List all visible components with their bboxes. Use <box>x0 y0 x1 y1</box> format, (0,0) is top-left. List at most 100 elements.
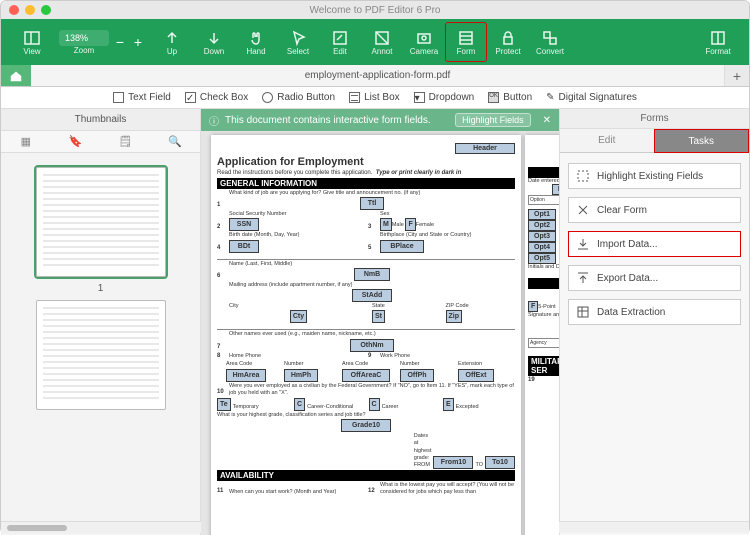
file-tab[interactable]: employment-application-form.pdf <box>31 65 725 86</box>
field-c2[interactable]: C <box>369 398 380 411</box>
view-button[interactable]: View <box>11 22 53 62</box>
field-f[interactable]: F <box>405 218 415 231</box>
form-icon <box>457 29 475 47</box>
doc-instr: Read the instructions before you complet… <box>217 170 372 176</box>
field-nmb[interactable]: NmB <box>354 268 390 281</box>
car-label: Career <box>382 404 441 411</box>
field-offph[interactable]: OffPh <box>400 369 434 382</box>
cursor-icon <box>289 29 307 47</box>
task-clear-form[interactable]: Clear Form <box>568 197 741 223</box>
thumb-bookmark-icon[interactable]: 🔖 <box>61 135 91 148</box>
field-ttl[interactable]: Ttl <box>360 197 384 210</box>
document-viewport[interactable]: ⓘ This document contains interactive for… <box>201 109 559 535</box>
annot-tool-button[interactable]: Annot <box>361 22 403 62</box>
select-tool-button[interactable]: Select <box>277 22 319 62</box>
tab-strip: employment-application-form.pdf + <box>1 65 749 87</box>
thumb-search-icon[interactable]: 🔍 <box>160 135 190 148</box>
q2-label: Social Security Number <box>229 211 364 218</box>
field-five[interactable]: F <box>528 301 538 312</box>
task-1-label: Clear Form <box>597 205 647 216</box>
task-data-extraction[interactable]: Data Extraction <box>568 299 741 325</box>
form-tool-button[interactable]: Form <box>445 22 487 62</box>
field-opt5[interactable]: Opt5 <box>528 253 556 264</box>
edit-tool-button[interactable]: Edit <box>319 22 361 62</box>
convert-tool-button[interactable]: Convert <box>529 22 571 62</box>
field-opt3[interactable]: Opt3 <box>528 231 556 242</box>
field-e[interactable]: E <box>443 398 454 411</box>
initials-label: Initials and Date <box>528 264 559 270</box>
field-to[interactable]: To10 <box>485 456 515 469</box>
interactive-fields-notice: ⓘ This document contains interactive for… <box>201 109 559 131</box>
male-label: Male <box>392 222 404 228</box>
page-up-button[interactable]: Up <box>151 22 193 62</box>
number-label: Number <box>284 361 341 368</box>
form-label: Form <box>457 47 476 56</box>
q12-label: What is the lowest pay you will accept? … <box>380 482 515 496</box>
field-regd[interactable]: RegD <box>552 184 559 195</box>
field-offext[interactable]: OffExt <box>458 369 494 382</box>
field-grade[interactable]: Grade10 <box>341 419 391 432</box>
protect-tool-button[interactable]: Protect <box>487 22 529 62</box>
highlight-fields-button[interactable]: Highlight Fields <box>455 113 531 127</box>
field-header[interactable]: Header <box>455 143 515 154</box>
home-tab[interactable] <box>1 65 31 86</box>
digital-sig-tool[interactable]: ✎Digital Signatures <box>546 92 637 103</box>
field-bplace[interactable]: BPlace <box>380 240 424 253</box>
check-box-tool[interactable]: ✓Check Box <box>185 92 248 103</box>
zoom-out-button[interactable]: − <box>113 34 127 50</box>
field-c[interactable]: C <box>294 398 305 411</box>
dropdown-tool[interactable]: ▾Dropdown <box>414 92 475 103</box>
field-othnm[interactable]: OthNm <box>350 339 394 352</box>
tab-edit[interactable]: Edit <box>560 129 654 153</box>
zoom-in-button[interactable]: + <box>131 34 145 50</box>
field-opt1[interactable]: Opt1 <box>528 209 556 220</box>
section-for2: FOR <box>528 278 559 289</box>
field-hmarea[interactable]: HmArea <box>226 369 266 382</box>
new-tab-button[interactable]: + <box>725 65 749 86</box>
task-import-data[interactable]: Import Data... <box>568 231 741 257</box>
list-box-tool[interactable]: List Box <box>349 92 400 103</box>
field-offareac[interactable]: OffAreaC <box>342 369 390 382</box>
text-field-tool[interactable]: Text Field <box>113 92 171 103</box>
field-cty[interactable]: Cty <box>290 310 307 323</box>
thumbnails-body[interactable]: 1 <box>1 153 200 535</box>
task-highlight-fields[interactable]: Highlight Existing Fields <box>568 163 741 189</box>
hand-tool-button[interactable]: Hand <box>235 22 277 62</box>
task-export-data[interactable]: Export Data... <box>568 265 741 291</box>
titlebar: Welcome to PDF Editor 6 Pro <box>1 1 749 19</box>
field-hmph[interactable]: HmPh <box>284 369 318 382</box>
forms-panel-tabs: Edit Tasks <box>560 129 749 153</box>
field-te[interactable]: Te <box>217 398 231 411</box>
view-label: View <box>23 47 40 56</box>
field-m[interactable]: M <box>380 218 392 231</box>
format-tool-button[interactable]: Format <box>697 22 739 62</box>
cc-label: Career-Conditional <box>307 404 366 411</box>
tab-tasks[interactable]: Tasks <box>654 129 750 153</box>
page-down-button[interactable]: Down <box>193 22 235 62</box>
close-notice-button[interactable]: ✕ <box>543 115 551 126</box>
field-opt4[interactable]: Opt4 <box>528 242 556 253</box>
thumbnail-page-1[interactable] <box>36 167 166 277</box>
field-from[interactable]: From10 <box>433 456 473 469</box>
textfield-icon <box>113 92 124 103</box>
field-bdt[interactable]: BDt <box>229 240 259 253</box>
radio-button-tool[interactable]: Radio Button <box>262 92 335 103</box>
ext-label: Extension <box>458 361 515 368</box>
button-tool[interactable]: OKButton <box>488 92 532 103</box>
q1-label: What kind of job are you applying for? G… <box>229 190 515 197</box>
thumb-grid-icon[interactable]: ▦ <box>11 135 41 148</box>
arrow-down-icon <box>205 29 223 47</box>
thumb-note-icon[interactable]: 🗒 <box>110 135 140 148</box>
format-label: Format <box>705 47 730 56</box>
field-opt2[interactable]: Opt2 <box>528 220 556 231</box>
field-st[interactable]: St <box>372 310 385 323</box>
doc-title: Application for Employment <box>217 156 515 168</box>
field-stadd[interactable]: StAdd <box>352 289 392 302</box>
field-zip[interactable]: Zip <box>446 310 463 323</box>
camera-tool-button[interactable]: Camera <box>403 22 445 62</box>
q8-label: Home Phone <box>229 353 364 360</box>
hand-icon <box>247 29 265 47</box>
thumbnail-page-2[interactable] <box>36 300 166 410</box>
zoom-select[interactable] <box>59 30 109 46</box>
field-ssn[interactable]: SSN <box>229 218 259 231</box>
